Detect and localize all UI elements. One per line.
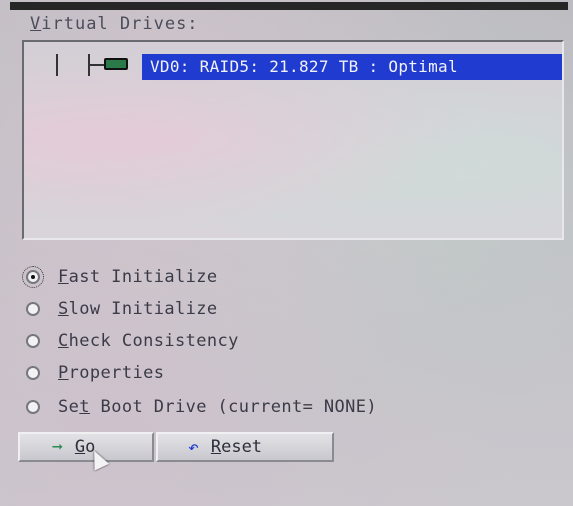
option-label: Fast Initialize xyxy=(58,267,218,287)
virtual-drives-title: Virtual Drives: xyxy=(30,14,199,34)
option-slow-initialize[interactable]: Slow Initialize xyxy=(26,294,218,324)
go-button[interactable]: ➞ Go xyxy=(18,432,154,462)
reset-undo-icon: ↶ xyxy=(188,436,199,458)
reset-button[interactable]: ↶ Reset xyxy=(156,432,334,462)
tree-connector-line xyxy=(56,54,58,76)
option-label: Slow Initialize xyxy=(58,299,218,319)
option-check-consistency[interactable]: Check Consistency xyxy=(26,326,239,356)
option-label: Set Boot Drive (current= NONE) xyxy=(58,397,378,417)
raid-config-screen: Virtual Drives: VD0: RAID5: 21.827 TB : … xyxy=(0,0,573,506)
option-label: Properties xyxy=(58,363,165,383)
virtual-drive-icon xyxy=(104,58,128,70)
option-fast-initialize[interactable]: Fast Initialize xyxy=(22,262,218,292)
go-arrow-icon: ➞ xyxy=(52,436,63,458)
radio-check-consistency[interactable] xyxy=(26,334,40,348)
option-set-boot-drive[interactable]: Set Boot Drive (current= NONE) xyxy=(26,392,377,422)
virtual-drives-panel[interactable]: VD0: RAID5: 21.827 TB : Optimal xyxy=(22,40,564,240)
virtual-drive-item-vd0[interactable]: VD0: RAID5: 21.827 TB : Optimal xyxy=(142,54,562,80)
radio-fast-initialize[interactable] xyxy=(22,266,44,288)
radio-set-boot-drive[interactable] xyxy=(26,400,40,414)
radio-slow-initialize[interactable] xyxy=(26,302,40,316)
option-properties[interactable]: Properties xyxy=(26,358,164,388)
radio-properties[interactable] xyxy=(26,366,40,380)
option-label: Check Consistency xyxy=(58,331,239,351)
reset-label: Reset xyxy=(210,437,263,457)
window-top-frame xyxy=(10,2,568,10)
title-rest: irtual Drives: xyxy=(41,14,199,34)
title-access-key: V xyxy=(30,14,42,34)
